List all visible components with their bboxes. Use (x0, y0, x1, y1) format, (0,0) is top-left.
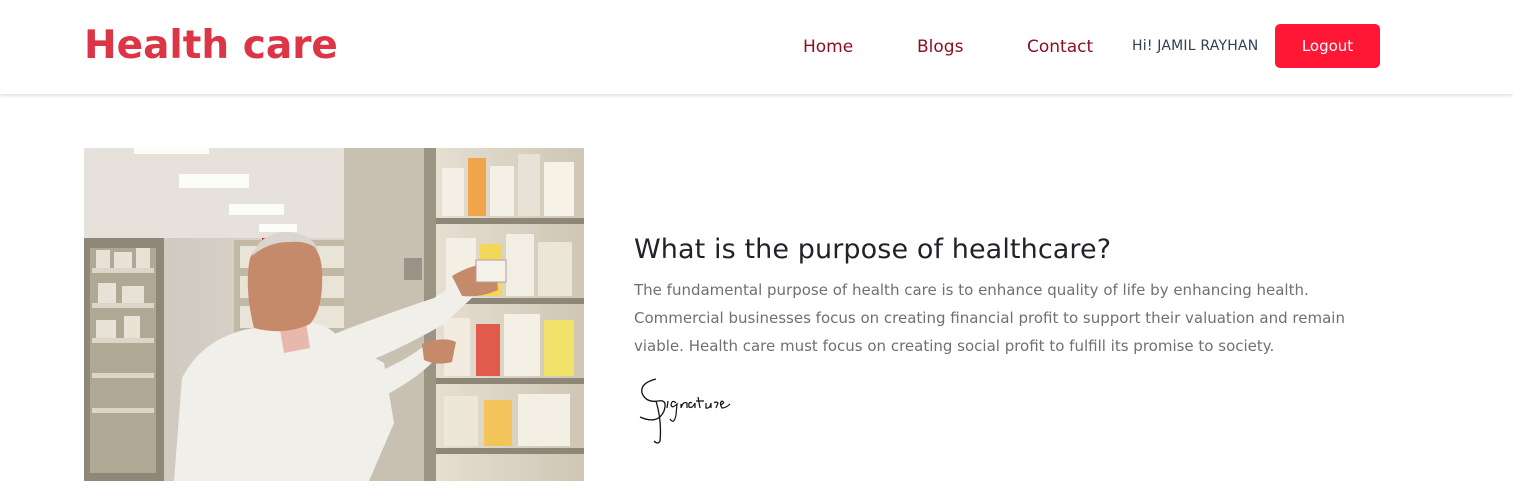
signature-image (634, 371, 754, 449)
user-greeting: Hi! JAMIL RAYHAN (1132, 38, 1259, 54)
healthcare-purpose-section: What is the purpose of healthcare? The f… (634, 232, 1394, 360)
section-paragraph: The fundamental purpose of health care i… (634, 281, 1345, 355)
section-heading: What is the purpose of healthcare? (634, 234, 1112, 265)
pharmacist-photo-illustration (84, 148, 584, 481)
nav-link-contact[interactable]: Contact (1027, 36, 1093, 58)
logout-button[interactable]: Logout (1275, 24, 1380, 68)
nav-link-home[interactable]: Home (803, 36, 853, 58)
navbar: Health care Home Blogs Contact Hi! JAMIL… (0, 0, 1513, 94)
brand-logo[interactable]: Health care (84, 22, 338, 70)
nav-link-blogs[interactable]: Blogs (917, 36, 963, 58)
pharmacist-photo (84, 148, 584, 481)
signature-drawing (639, 378, 731, 444)
